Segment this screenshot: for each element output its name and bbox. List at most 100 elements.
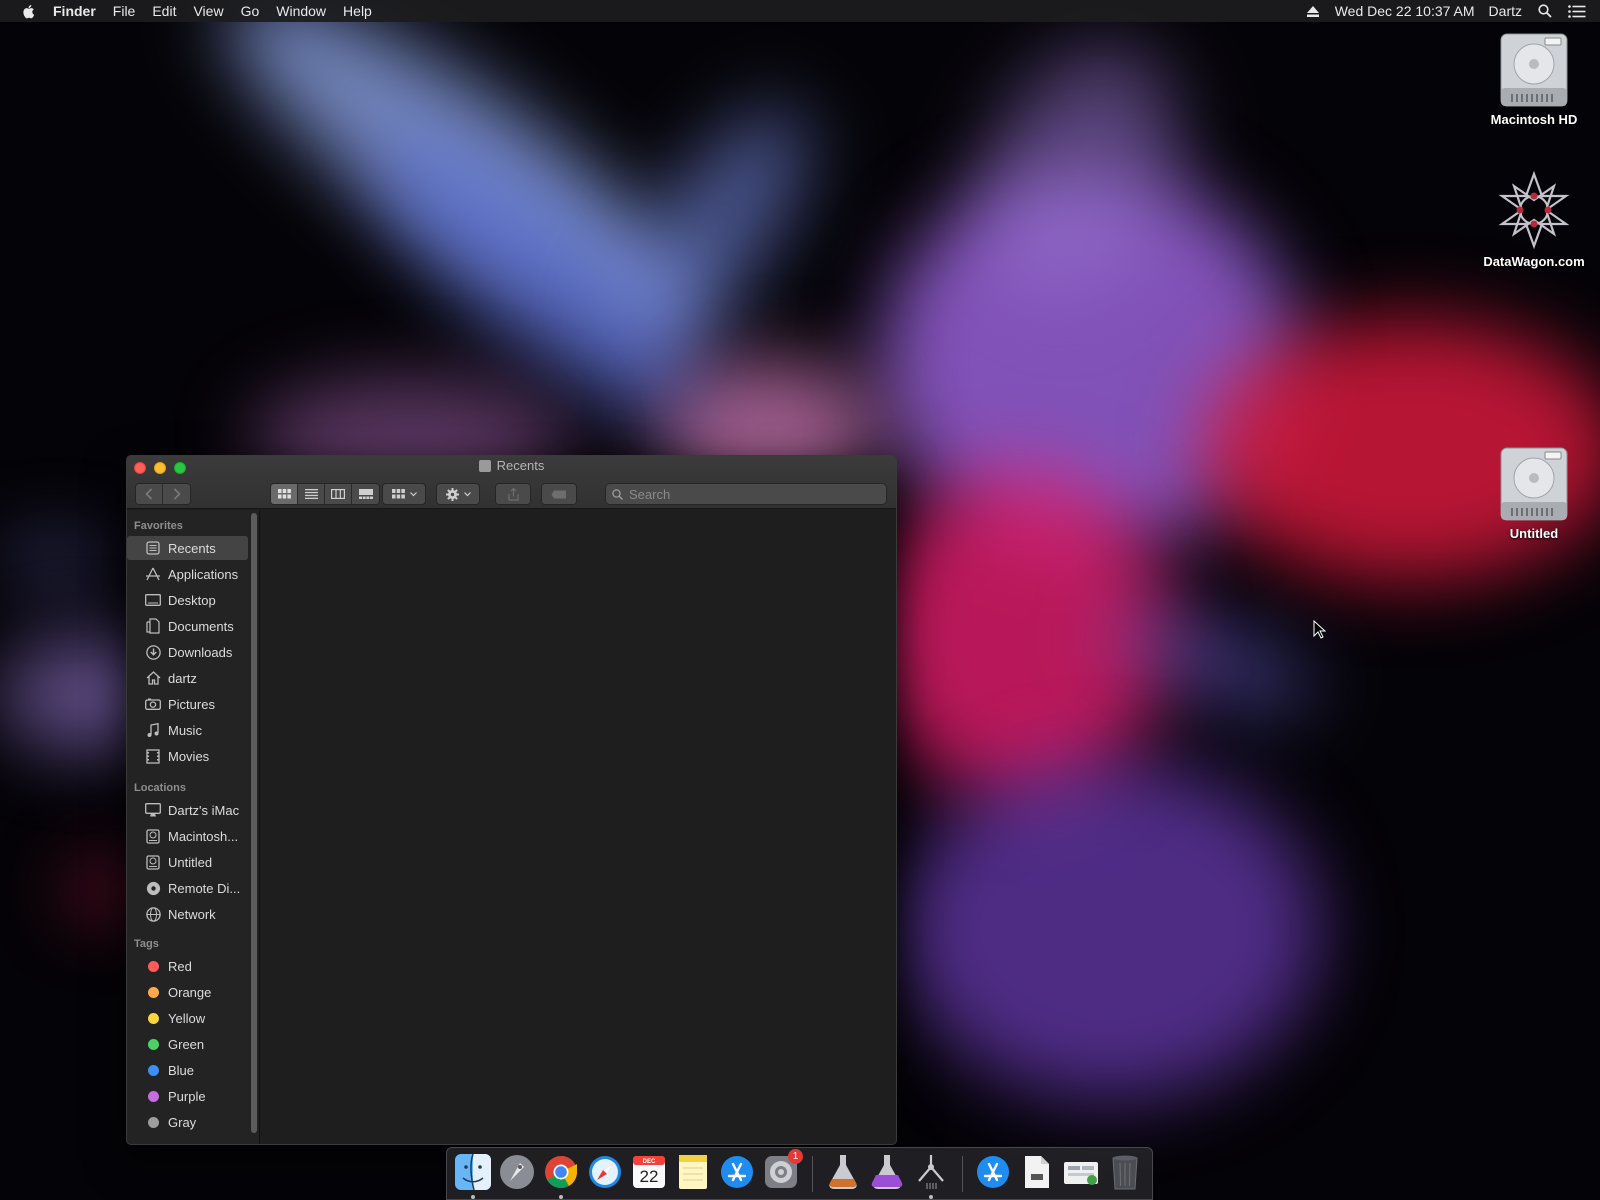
sidebar-tag-orange[interactable]: Orange — [127, 980, 248, 1004]
search-field[interactable] — [605, 483, 887, 505]
chrome-icon — [545, 1155, 578, 1189]
dock-installer[interactable] — [823, 1152, 863, 1192]
desktop-icon-untitled[interactable]: Untitled — [1474, 446, 1594, 541]
sidebar-item-label: Macintosh... — [168, 828, 239, 844]
fast-user-switch[interactable]: Dartz — [1489, 3, 1522, 19]
sidebar-item-desktop[interactable]: Desktop — [127, 588, 248, 612]
sidebar-item-label: Blue — [168, 1062, 195, 1078]
disk-icon — [145, 828, 161, 844]
recents-icon — [478, 459, 491, 472]
remote-disc-icon — [145, 880, 161, 896]
menu-bar: Finder File Edit View Go Window Help Wed… — [0, 0, 1600, 22]
datawagon-logo-icon — [1498, 170, 1570, 250]
gallery-view-button[interactable] — [352, 484, 379, 504]
dock-mojave-installer[interactable] — [911, 1152, 951, 1199]
dock-document[interactable] — [1017, 1152, 1057, 1192]
sidebar-tag-purple[interactable]: Purple — [127, 1084, 248, 1108]
dock-launchpad[interactable] — [497, 1152, 537, 1192]
sidebar-tag-yellow[interactable]: Yellow — [127, 1006, 248, 1030]
sidebar-tag-blue[interactable]: Blue — [127, 1058, 248, 1082]
spotlight-search-icon[interactable] — [1538, 4, 1552, 18]
share-button[interactable] — [495, 483, 531, 505]
dock-system-preferences[interactable]: 1 — [761, 1149, 803, 1192]
notification-center-icon[interactable] — [1568, 4, 1586, 18]
document-icon — [1025, 1156, 1049, 1188]
menu-help[interactable]: Help — [343, 3, 372, 19]
recents-icon — [145, 540, 161, 556]
menu-window[interactable]: Window — [276, 3, 326, 19]
share-icon — [507, 487, 519, 501]
music-icon — [145, 722, 161, 738]
sidebar-item-pictures[interactable]: Pictures — [127, 692, 248, 716]
dock-app-store[interactable] — [717, 1152, 757, 1192]
menu-edit[interactable]: Edit — [152, 3, 176, 19]
app-store-folder-icon — [977, 1156, 1009, 1188]
menu-file[interactable]: File — [113, 3, 136, 19]
desktop-icon-datawagon[interactable]: DataWagon.com — [1474, 170, 1594, 269]
dock-notes[interactable] — [673, 1152, 713, 1192]
sidebar-section-tags: Tags — [134, 938, 159, 950]
edit-tags-button[interactable] — [541, 483, 577, 505]
sidebar-item-label: Music — [168, 722, 202, 738]
sidebar-item-applications[interactable]: Applications — [127, 562, 248, 586]
search-input[interactable] — [629, 486, 869, 502]
sidebar-section-favorites: Favorites — [134, 520, 183, 532]
sidebar-item-movies[interactable]: Movies — [127, 744, 248, 768]
dock-calendar[interactable]: DEC 22 — [629, 1152, 669, 1192]
sidebar-item-documents[interactable]: Documents — [127, 614, 248, 638]
sidebar-item-label: Purple — [168, 1088, 206, 1104]
sidebar-item-network[interactable]: Network — [127, 902, 248, 926]
dock-finder[interactable] — [453, 1152, 493, 1199]
sidebar-tag-green[interactable]: Green — [127, 1032, 248, 1056]
mojave-installer-icon — [918, 1155, 944, 1189]
sidebar-item-macintosh-hd[interactable]: Macintosh... — [127, 824, 248, 848]
dock-app-store-folder[interactable] — [973, 1152, 1013, 1192]
window-title-text: Recents — [496, 458, 545, 473]
sidebar-tag-gray[interactable]: Gray — [127, 1110, 248, 1134]
action-menu-button[interactable] — [436, 483, 480, 505]
menu-go[interactable]: Go — [241, 3, 260, 19]
menubar-clock[interactable]: Wed Dec 22 10:37 AM — [1335, 3, 1475, 19]
file-content-area[interactable] — [261, 510, 896, 1144]
sidebar-item-home[interactable]: dartz — [127, 666, 248, 690]
menu-view[interactable]: View — [193, 3, 223, 19]
sidebar-item-remote-disc[interactable]: Remote Di... — [127, 876, 248, 900]
column-view-button[interactable] — [325, 484, 352, 504]
menu-app-name[interactable]: Finder — [53, 3, 96, 19]
apple-menu-icon[interactable] — [21, 4, 35, 19]
icon-view-button[interactable] — [271, 484, 298, 504]
sidebar-item-untitled[interactable]: Untitled — [127, 850, 248, 874]
sidebar-item-label: Desktop — [168, 592, 216, 608]
window-title: Recents — [127, 458, 896, 473]
dock-chrome[interactable] — [541, 1152, 581, 1199]
sidebar-scrollbar[interactable] — [249, 511, 259, 1141]
sidebar-item-downloads[interactable]: Downloads — [127, 640, 248, 664]
tag-color-dot — [148, 1064, 159, 1076]
dock-trash[interactable] — [1105, 1152, 1145, 1192]
calendar-day: 22 — [639, 1167, 659, 1186]
back-button[interactable] — [136, 484, 163, 504]
installer-purple-icon — [871, 1155, 903, 1189]
eject-icon[interactable] — [1306, 5, 1319, 17]
sidebar-item-label: Applications — [168, 566, 239, 582]
forward-button[interactable] — [163, 484, 190, 504]
sidebar-item-music[interactable]: Music — [127, 718, 248, 742]
network-icon — [145, 906, 161, 922]
dock-downloads-stack[interactable] — [1061, 1152, 1101, 1192]
group-by-button[interactable] — [382, 483, 426, 505]
notes-icon — [679, 1155, 707, 1189]
sidebar-item-imac[interactable]: Dartz's iMac — [127, 798, 248, 822]
documents-icon — [145, 618, 161, 634]
sidebar-item-recents[interactable]: Recents — [127, 536, 248, 560]
list-view-button[interactable] — [298, 484, 325, 504]
calendar-month: DEC — [642, 1159, 656, 1165]
dock: DEC 22 1 — [446, 1147, 1153, 1200]
view-mode-control — [270, 483, 380, 505]
home-icon — [145, 670, 161, 686]
desktop-icon-macintosh-hd[interactable]: Macintosh HD — [1474, 32, 1594, 127]
sidebar-item-label: Dartz's iMac — [168, 802, 240, 818]
dock-safari[interactable] — [585, 1152, 625, 1192]
sidebar-tag-red[interactable]: Red — [127, 954, 248, 978]
chevron-down-icon — [463, 491, 471, 496]
dock-installer-purple[interactable] — [867, 1152, 907, 1192]
